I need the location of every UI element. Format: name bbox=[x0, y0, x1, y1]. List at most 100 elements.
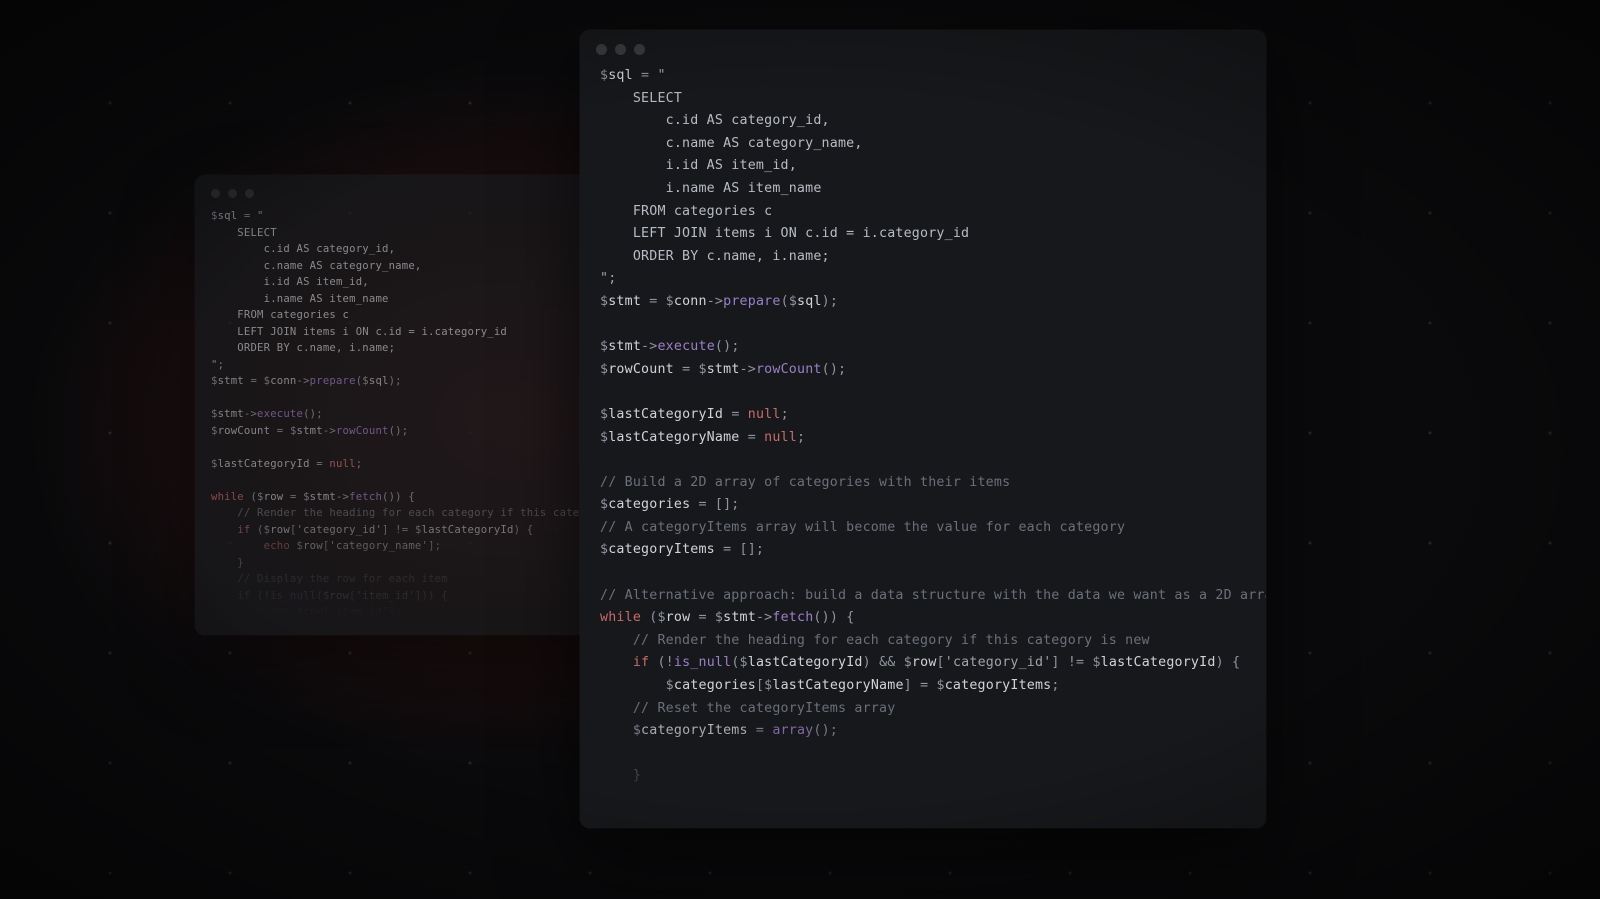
token-dol: $ bbox=[303, 491, 310, 503]
token-var: categoryItems bbox=[608, 542, 715, 557]
token-sql: c.name AS category_name, bbox=[600, 136, 863, 151]
token-dol: $ bbox=[600, 339, 608, 354]
token-op: = bbox=[723, 407, 748, 422]
token-str: 'category_id' bbox=[945, 655, 1052, 670]
token-dol: $ bbox=[600, 542, 608, 557]
token-op bbox=[211, 606, 264, 618]
token-var: row bbox=[270, 524, 290, 536]
token-func: rowCount bbox=[336, 425, 389, 437]
close-icon[interactable] bbox=[596, 44, 607, 55]
token-op: } bbox=[211, 557, 244, 569]
token-var: lastCategoryId bbox=[422, 524, 514, 536]
token-op: ] != bbox=[1051, 655, 1092, 670]
token-func: array bbox=[772, 723, 813, 738]
token-var: categories bbox=[674, 678, 756, 693]
token-null: null bbox=[748, 407, 781, 422]
token-op: ]; bbox=[389, 606, 402, 618]
token-dol: $ bbox=[657, 610, 665, 625]
token-op bbox=[600, 678, 666, 693]
token-op: ( bbox=[250, 524, 263, 536]
maximize-icon[interactable] bbox=[634, 44, 645, 55]
token-sql: c.id AS category_id, bbox=[211, 243, 395, 255]
token-dol: $ bbox=[211, 458, 218, 470]
token-str: " bbox=[257, 210, 264, 222]
token-op: ; bbox=[356, 458, 363, 470]
token-op bbox=[600, 723, 633, 738]
token-str: 'item_name' bbox=[329, 623, 401, 635]
token-op: ] = bbox=[904, 678, 937, 693]
token-op: (); bbox=[822, 362, 847, 377]
token-op: ; bbox=[781, 407, 789, 422]
token-func: prepare bbox=[310, 375, 356, 387]
token-var: stmt bbox=[608, 339, 641, 354]
token-var: categoryItems bbox=[641, 723, 748, 738]
token-var: lastCategoryName bbox=[772, 678, 903, 693]
token-op: ( bbox=[244, 491, 257, 503]
token-sql: SELECT bbox=[600, 91, 682, 106]
token-op: -> bbox=[756, 610, 772, 625]
token-op bbox=[211, 590, 237, 602]
token-var: rowCount bbox=[608, 362, 674, 377]
token-func: rowCount bbox=[756, 362, 822, 377]
token-var: row bbox=[264, 491, 284, 503]
token-sql: FROM categories c bbox=[211, 309, 349, 321]
token-op: (); bbox=[813, 723, 838, 738]
token-var: lastCategoryId bbox=[748, 655, 863, 670]
token-op bbox=[211, 540, 264, 552]
close-icon[interactable] bbox=[211, 189, 220, 198]
token-op: -> bbox=[297, 375, 310, 387]
token-op: [ bbox=[937, 655, 945, 670]
token-str: 'category_id' bbox=[297, 524, 383, 536]
token-sql: i.name AS item_name bbox=[211, 293, 389, 305]
token-var: lastCategoryId bbox=[608, 407, 723, 422]
token-op: ( bbox=[316, 590, 323, 602]
token-op: (); bbox=[389, 425, 409, 437]
token-com: // A categoryItems array will become the… bbox=[600, 520, 1125, 535]
token-op: ) { bbox=[1216, 655, 1241, 670]
token-var: stmt bbox=[723, 610, 756, 625]
token-com: // Create an array of all the non-null i… bbox=[600, 814, 994, 828]
token-op: -> bbox=[244, 408, 257, 420]
token-op: -> bbox=[641, 339, 657, 354]
token-op: ] != bbox=[382, 524, 415, 536]
maximize-icon[interactable] bbox=[245, 189, 254, 198]
token-op: } bbox=[600, 768, 641, 783]
token-op: -> bbox=[323, 425, 336, 437]
token-op: = bbox=[310, 458, 330, 470]
token-op: = bbox=[690, 610, 715, 625]
token-op: = []; bbox=[715, 542, 764, 557]
token-com: // Reset the categoryItems array bbox=[600, 701, 895, 716]
token-kw: if bbox=[237, 590, 250, 602]
token-var: sql bbox=[797, 294, 822, 309]
token-var: row bbox=[303, 623, 323, 635]
token-dol: $ bbox=[415, 524, 422, 536]
token-dol: $ bbox=[789, 294, 797, 309]
token-sql: LEFT JOIN items i ON c.id = i.category_i… bbox=[211, 326, 507, 338]
token-op: = []; bbox=[690, 497, 739, 512]
token-op: ])) { bbox=[415, 590, 448, 602]
token-func: is_null bbox=[674, 655, 731, 670]
token-dol: $ bbox=[211, 210, 218, 222]
token-dol: $ bbox=[211, 425, 218, 437]
token-dol: $ bbox=[211, 408, 218, 420]
token-kw: echo bbox=[264, 606, 290, 618]
token-op: = bbox=[641, 294, 666, 309]
token-var: row bbox=[329, 590, 349, 602]
token-dol: $ bbox=[600, 430, 608, 445]
token-op: -> bbox=[740, 362, 756, 377]
token-dol: $ bbox=[633, 723, 641, 738]
token-op: ( bbox=[641, 610, 657, 625]
window-controls bbox=[580, 30, 1266, 65]
minimize-icon[interactable] bbox=[228, 189, 237, 198]
token-var: conn bbox=[270, 375, 296, 387]
token-kw: if bbox=[633, 655, 649, 670]
minimize-icon[interactable] bbox=[615, 44, 626, 55]
token-sql: i.name AS item_name bbox=[600, 181, 822, 196]
token-var: rowCount bbox=[218, 425, 271, 437]
token-dol: $ bbox=[600, 294, 608, 309]
token-dol: $ bbox=[600, 497, 608, 512]
token-kw: echo bbox=[264, 540, 290, 552]
token-func: prepare bbox=[723, 294, 780, 309]
token-kw: echo bbox=[264, 623, 290, 635]
token-var: lastCategoryName bbox=[608, 430, 739, 445]
